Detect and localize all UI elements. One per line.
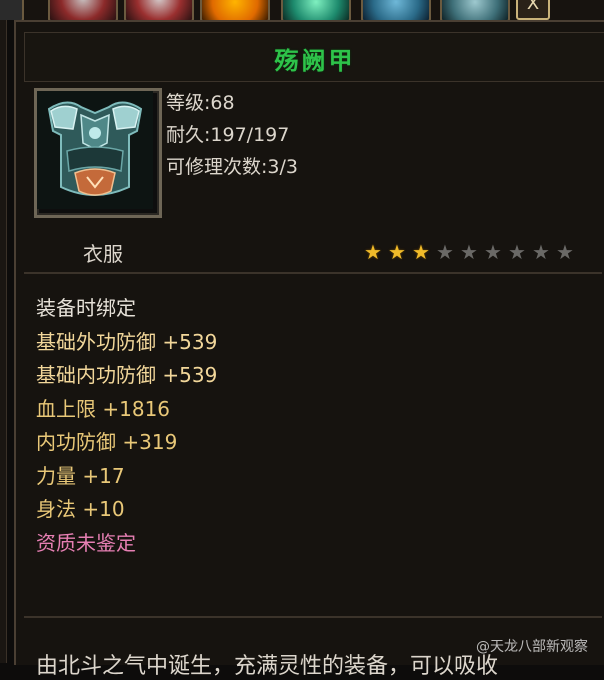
item-title-bar: 殇阙甲 [24, 32, 604, 82]
attribute-line: 内功防御 +319 [36, 430, 178, 454]
attribute-line: 基础内功防御 +539 [36, 363, 218, 387]
star-filled-icon: ★ [388, 240, 406, 264]
blue-armor-item-slot[interactable] [361, 0, 431, 20]
item-durability: 耐久:197/197 [166, 124, 290, 146]
item-slot-bar: X [0, 0, 604, 20]
attribute-line: 装备时绑定 [36, 296, 136, 320]
item-description: 由北斗之气中诞生，充满灵性的装备，可以吸收 [36, 654, 499, 679]
item-icon-frame [34, 88, 162, 218]
close-button[interactable]: X [516, 0, 550, 20]
item-repair-count: 可修理次数:3/3 [166, 156, 298, 178]
attribute-line: 血上限 +1816 [36, 396, 171, 421]
star-empty-icon: ★ [436, 240, 454, 264]
attribute-line: 资质未鉴定 [36, 530, 136, 555]
star-filled-icon: ★ [412, 240, 430, 264]
watermark: @天龙八部新观察 [476, 639, 588, 655]
item-tooltip-panel: 殇阙甲 等级:68 耐久:197/197 可修理次数:3/3 衣服 ★ ★ ★ ★ ★ ★… [14, 20, 604, 679]
star-rating: ★ ★ ★ ★ ★ ★ ★ ★ ★ [362, 241, 576, 263]
item-level: 等级:68 [166, 92, 235, 114]
golden-ring-item-slot[interactable] [200, 0, 270, 20]
star-filled-icon: ★ [364, 240, 382, 264]
armor-chestplate-icon [37, 91, 153, 209]
star-empty-icon: ★ [484, 240, 502, 264]
star-empty-icon: ★ [532, 240, 550, 264]
star-empty-icon: ★ [460, 240, 478, 264]
attribute-line: 基础外功防御 +539 [36, 329, 218, 354]
item-type: 衣服 [83, 242, 123, 266]
teal-boots-item-slot[interactable] [440, 0, 510, 20]
item-name: 殇阙甲 [274, 47, 356, 75]
bow-item-slot[interactable] [0, 0, 24, 20]
attribute-line: 身法 +10 [36, 497, 125, 521]
attribute-line: 力量 +17 [36, 463, 125, 488]
star-empty-icon: ★ [556, 240, 574, 264]
red-robe-item-slot[interactable] [124, 0, 194, 20]
star-empty-icon: ★ [508, 240, 526, 264]
red-robe-item-slot[interactable] [48, 0, 118, 20]
section-divider [24, 272, 602, 274]
jade-orb-item-slot[interactable] [281, 0, 351, 20]
left-window-edge [0, 20, 7, 663]
close-icon: X [526, 0, 540, 14]
section-divider [24, 616, 602, 618]
